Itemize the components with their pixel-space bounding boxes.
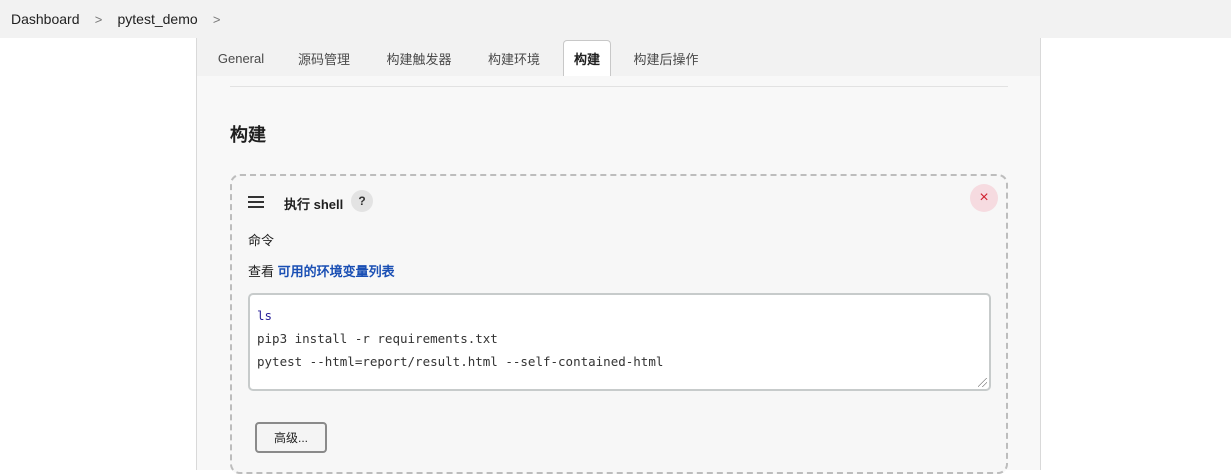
close-icon[interactable]: × xyxy=(970,184,998,212)
tab-build-triggers[interactable]: 构建触发器 xyxy=(376,40,462,76)
breadcrumb-dashboard[interactable]: Dashboard xyxy=(11,11,80,27)
tab-general[interactable]: General xyxy=(211,40,271,76)
env-vars-link[interactable]: 可用的环境变量列表 xyxy=(278,264,395,279)
tab-build-environment[interactable]: 构建环境 xyxy=(477,40,551,76)
tab-build[interactable]: 构建 xyxy=(563,40,611,76)
config-panel: General 源码管理 构建触发器 构建环境 构建 构建后操作 构建 执行 s… xyxy=(196,38,1041,474)
section-divider xyxy=(230,86,1008,87)
env-vars-prefix: 查看 xyxy=(248,264,275,279)
help-icon[interactable]: ? xyxy=(351,190,373,212)
env-vars-line: 查看 可用的环境变量列表 xyxy=(248,261,395,280)
step-title: 执行 shell xyxy=(284,197,344,212)
advanced-button[interactable]: 高级... xyxy=(255,422,327,453)
command-line: pip3 install -r requirements.txt xyxy=(257,331,498,346)
command-textarea[interactable]: ls pip3 install -r requirements.txt pyte… xyxy=(248,293,991,391)
command-line: pytest --html=report/result.html --self-… xyxy=(257,354,664,369)
breadcrumb-bar: Dashboard > pytest_demo > xyxy=(0,0,1231,38)
tab-bar: General 源码管理 构建触发器 构建环境 构建 构建后操作 xyxy=(197,38,1040,76)
tab-source-control[interactable]: 源码管理 xyxy=(287,40,361,76)
section-title: 构建 xyxy=(230,125,266,145)
breadcrumb-pytest-demo[interactable]: pytest_demo xyxy=(118,11,198,27)
drag-handle-icon[interactable] xyxy=(248,196,264,208)
tab-post-build-actions[interactable]: 构建后操作 xyxy=(623,40,709,76)
chevron-right-icon[interactable]: > xyxy=(205,12,229,27)
resize-grip-icon[interactable] xyxy=(978,378,987,387)
chevron-right-icon[interactable]: > xyxy=(87,12,111,27)
command-line: ls xyxy=(257,308,273,323)
command-label: 命令 xyxy=(248,233,275,248)
build-step-execute-shell: 执行 shell ? × 命令 查看 可用的环境变量列表 ls pip3 ins… xyxy=(230,174,1008,474)
